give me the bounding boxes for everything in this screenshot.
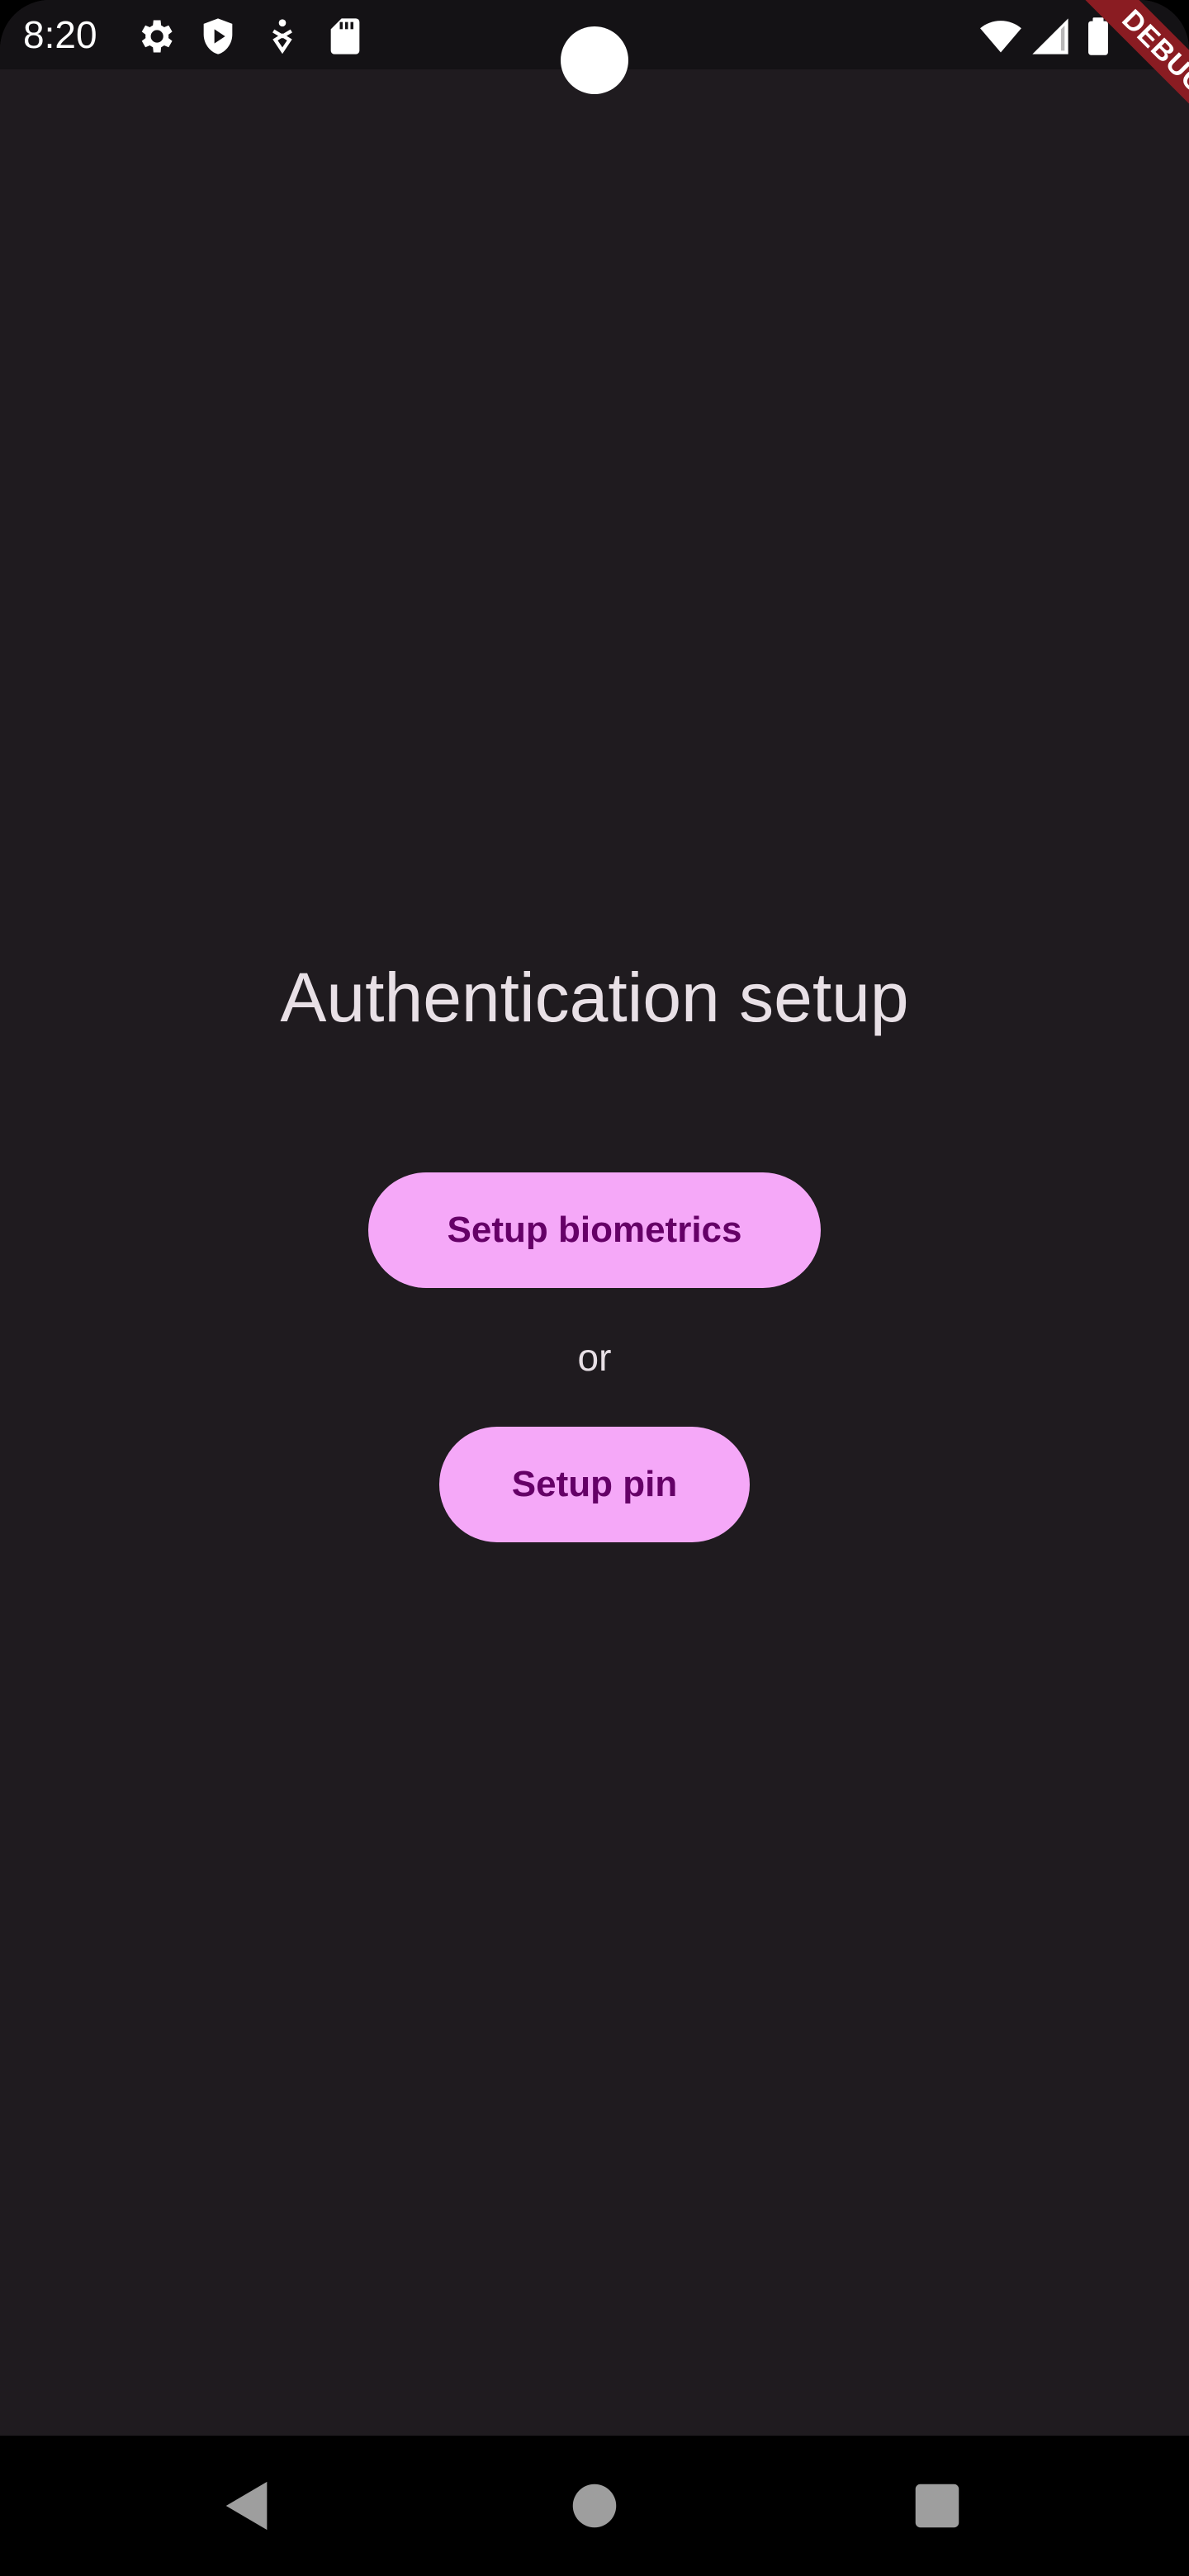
setup-biometrics-button[interactable]: Setup biometrics [368,1172,821,1288]
sd-card-icon [324,15,367,58]
home-icon[interactable] [566,2477,623,2535]
play-protect-icon [197,15,239,58]
recents-icon[interactable] [908,2477,966,2535]
or-separator: or [577,1336,612,1379]
setup-pin-button[interactable]: Setup pin [439,1427,750,1542]
navigation-bar [0,2436,1189,2576]
settings-icon [134,15,177,58]
status-time: 8:20 [23,13,97,56]
app-screen: 8:20 DEBUG Authentication setup Setup bi… [0,0,1189,2576]
main-content: Authentication setup Setup biometrics or… [0,69,1189,2436]
page-title: Authentication setup [280,959,909,1036]
accessibility-icon [261,15,304,58]
back-icon[interactable] [219,2477,277,2535]
